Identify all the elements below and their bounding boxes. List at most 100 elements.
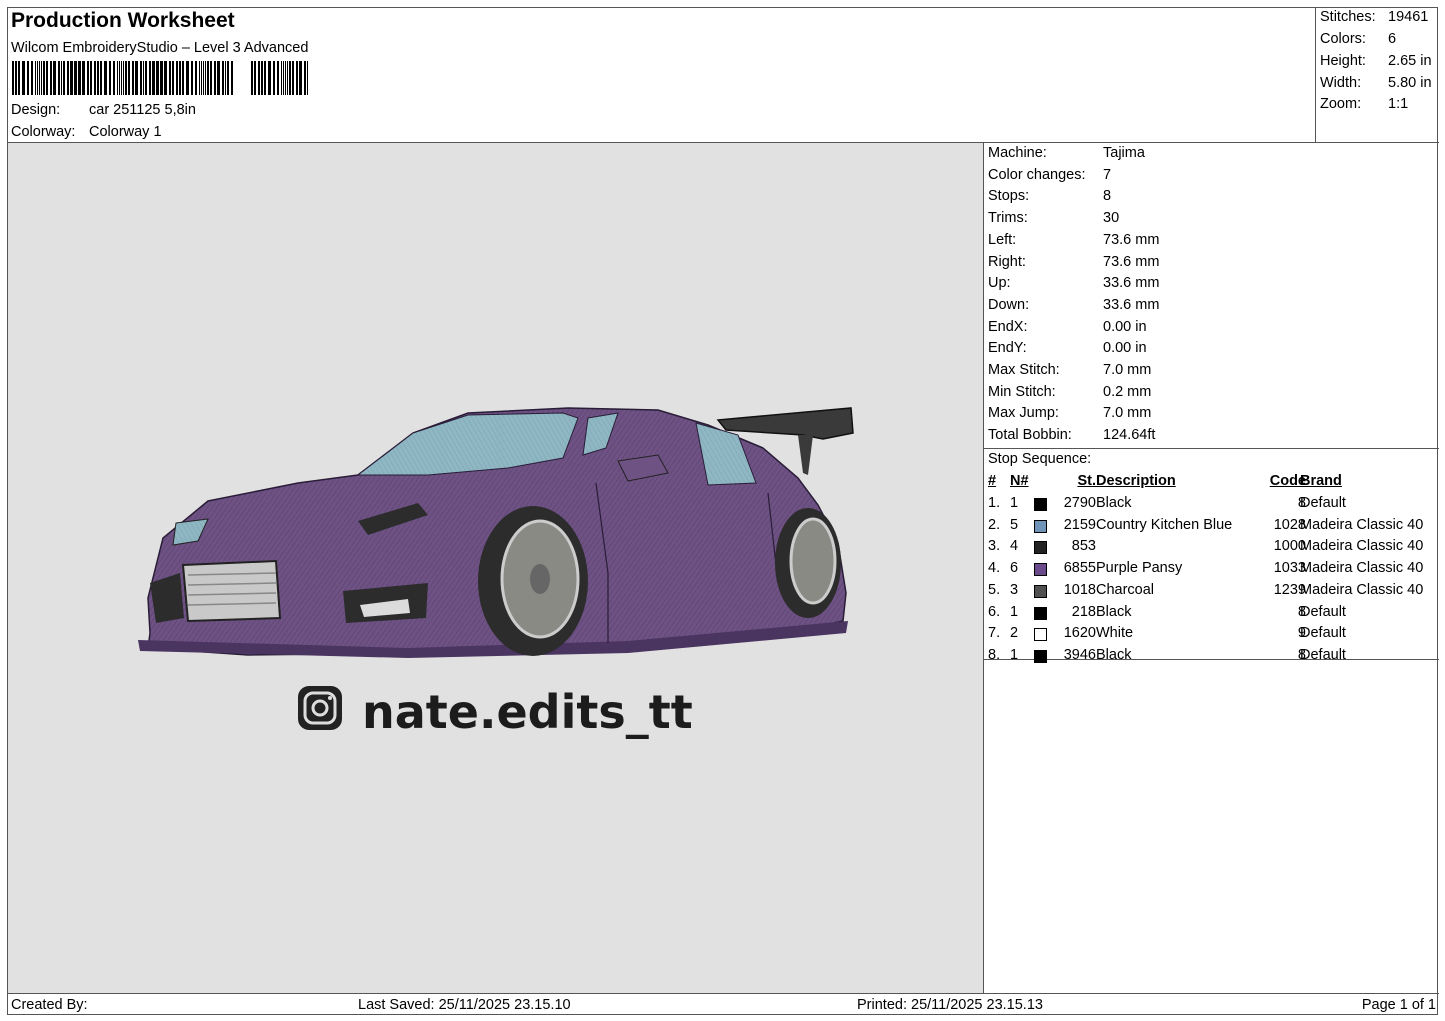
instagram-handle: nate.edits_tt [298,685,693,739]
row-code: 8 [1297,603,1306,620]
info-value: 33.6 mm [1103,275,1160,292]
barcode-bar [289,61,291,95]
barcode-bar [227,61,229,95]
barcode-bar [100,61,102,95]
row-stitches: 6855 [1063,560,1096,577]
info-row: Color changes: 7 [988,167,1111,183]
barcode-bar [78,61,81,95]
machine-info-panel: Machine: Tajima Color changes: 7 Stops: 8 Trim… [984,143,1439,993]
barcode-bar [113,61,115,95]
info-label: Left: [988,231,1017,248]
barcode-bar [254,61,256,95]
summary-colors: Colors: 6 [1320,31,1396,47]
table-header: # N# St. Description Code Brand [984,473,1439,494]
summary-width: Width: 5.80 in [1320,75,1432,91]
table-row: 4. 6 6855 Purple Pansy 1033 Madeira Classic 4… [984,560,1439,581]
row-brand: Madeira Classic 40 [1300,538,1424,555]
barcode-bar [123,61,124,95]
embroidery-design: nate.edits_tt [138,407,854,739]
row-needle: 1 [1010,603,1019,620]
col-brand: Brand [1300,473,1342,489]
barcode-bar [225,61,226,95]
row-needle: 6 [1010,560,1019,577]
barcode-bar [149,61,151,95]
info-row: Max Stitch: 7.0 mm [988,362,1151,378]
barcode-bar [195,61,197,95]
barcode-bar [277,61,279,95]
row-number: 4. [988,560,1001,577]
barcode-bar [203,61,204,95]
barcode-bar [37,61,38,95]
row-stitches: 1018 [1063,581,1096,598]
stop-sequence-heading: Stop Sequence: [988,451,1092,467]
info-value: 7.0 mm [1103,362,1152,378]
row-stitches: 2790 [1063,495,1096,511]
barcode-bar [46,61,48,95]
info-label: Max Jump: [988,405,1059,422]
row-needle: 5 [1010,516,1019,533]
color-swatch [1034,628,1047,642]
info-row: Stops: 8 [988,188,1111,204]
info-value: 33.6 mm [1103,296,1160,313]
barcode-bar [125,61,127,95]
barcode-bar [207,61,209,95]
barcode-bar [70,61,73,95]
page-number: Page 1 of 1 [1361,997,1436,1013]
info-label: Min Stitch: [988,383,1056,400]
summary-value: 5.80 in [1388,75,1432,91]
row-needle: 1 [1010,495,1019,511]
barcode-bar [281,61,282,95]
barcode-bar [82,61,85,95]
colorway-value: Colorway 1 [89,124,162,140]
color-swatch [1034,519,1047,533]
row-stitches: 3946 [1063,646,1096,663]
barcode-bar [205,61,206,95]
row-brand: Madeira Classic 40 [1300,581,1424,598]
colorway-label: Colorway: [11,124,76,140]
row-number: 2. [988,516,1001,533]
design-preview: nate.edits_tt [8,143,984,993]
barcode-bar [132,61,134,95]
barcode-bar [119,61,120,95]
barcode-bar [199,61,200,95]
barcode-bar [27,61,29,95]
row-brand: Madeira Classic 40 [1300,560,1424,577]
summary-label: Zoom: [1320,96,1362,112]
barcode-bar [63,61,65,95]
info-value: 73.6 mm [1103,253,1160,270]
barcode-bar [12,61,14,95]
barcode-bar [121,61,122,95]
info-label: Right: [988,253,1026,270]
col-code: Code [1269,473,1306,489]
row-description: Black [1096,603,1132,620]
info-value: 124.64ft [1103,427,1156,444]
row-number: 6. [988,603,1001,620]
summary-value: 19461 [1388,9,1429,25]
col-description: Description [1096,473,1176,489]
barcode-bar [231,61,233,95]
barcode-bar [43,61,45,95]
info-label: EndX: [988,318,1028,335]
info-row: Right: 73.6 mm [988,254,1159,270]
info-label: EndY: [988,340,1027,357]
row-description: Purple Pansy [1096,560,1183,577]
summary-value: 6 [1388,31,1397,47]
color-swatch [1034,606,1047,620]
info-value: Tajima [1103,145,1145,161]
row-stitches: 2159 [1063,516,1096,533]
info-value: 0.2 mm [1103,383,1152,400]
info-value: 30 [1103,210,1120,227]
summary-label: Stitches: [1320,9,1376,25]
row-stitches: 218 [1071,603,1096,620]
info-label: Trims: [988,210,1028,227]
barcode-bar [39,61,40,95]
row-code: 1033 [1273,560,1306,577]
row-code: 8 [1297,646,1306,663]
table-row: 3. 4 853 1000 Madeira Classic 40 [984,538,1439,559]
barcode-bar [264,61,266,95]
barcode-bar [50,61,52,95]
barcode-bar [285,61,286,95]
info-value: 7 [1103,166,1112,183]
barcode-bar [258,61,260,95]
row-number: 3. [988,538,1001,555]
